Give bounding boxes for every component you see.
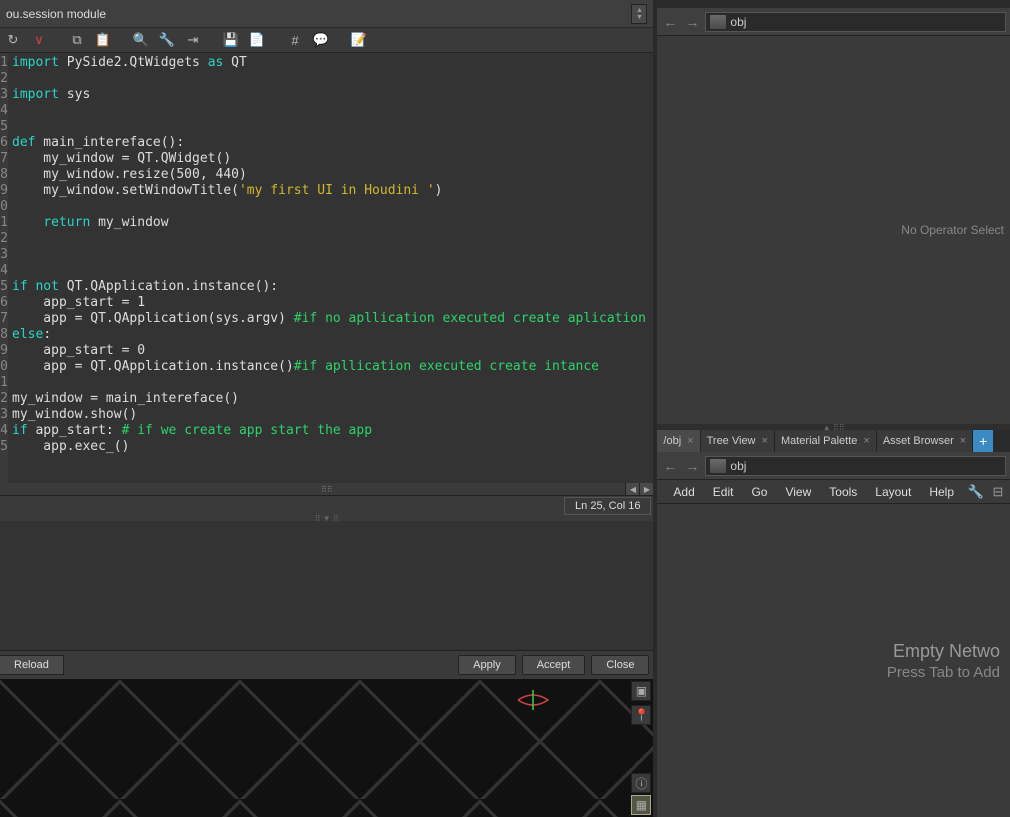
menu-tools[interactable]: Tools (821, 482, 865, 502)
network-nav-bar: ← → obj (657, 452, 1010, 480)
module-title: ou.session module (6, 7, 106, 21)
menu-view[interactable]: View (777, 482, 819, 502)
nav-forward-icon[interactable]: → (683, 457, 701, 475)
parameter-pane: No Operator Select (657, 36, 1010, 424)
close-icon[interactable]: × (863, 435, 869, 447)
apply-button[interactable]: Apply (458, 655, 516, 675)
scroll-right-icon[interactable]: ▶ (639, 483, 653, 495)
menu-go[interactable]: Go (743, 482, 775, 502)
save-icon[interactable]: 💾 (222, 31, 240, 49)
output-area[interactable] (0, 521, 653, 651)
pin-icon[interactable]: 📍 (631, 705, 651, 725)
path-text-1: obj (730, 15, 746, 29)
module-title-bar: ou.session module ▲▼ (0, 0, 653, 28)
accept-button[interactable]: Accept (522, 655, 586, 675)
network-menu-bar: Add Edit Go View Tools Layout Help 🔧 ⊟ (657, 480, 1010, 504)
cursor-position: Ln 25, Col 16 (564, 497, 651, 515)
save-as-icon[interactable]: 📄 (248, 31, 266, 49)
viewport-3d[interactable]: ▣ 📍 ⓘ ▦ (0, 679, 653, 817)
updown-widget[interactable]: ▲▼ (631, 4, 647, 24)
search-icon[interactable]: 🔍 (132, 31, 150, 49)
parameter-nav-bar: ← → obj (657, 8, 1010, 36)
replace-icon[interactable]: 🔧 (158, 31, 176, 49)
path-field-1[interactable]: obj (705, 12, 1006, 32)
node-icon (710, 15, 726, 29)
note-icon[interactable]: 📝 (350, 31, 368, 49)
camera-icon[interactable]: ▣ (631, 681, 651, 701)
line-gutter: 1 2 3 4 5 6 7 8 9 0 1 2 3 4 5 6 7 8 9 0 … (0, 53, 8, 483)
network-view[interactable]: Empty Netwo Press Tab to Add (657, 504, 1010, 817)
copy-icon[interactable]: ⧉ (68, 31, 86, 49)
goto-icon[interactable]: ⇥ (184, 31, 202, 49)
editor-toolbar: ↻ ∨ ⧉ 📋 🔍 🔧 ⇥ 💾 📄 # 💬 📝 (0, 28, 653, 53)
menu-edit[interactable]: Edit (705, 482, 742, 502)
press-tab-text: Press Tab to Add (887, 664, 1000, 681)
no-operator-text: No Operator Select (901, 223, 1004, 237)
nav-back-icon[interactable]: ← (661, 457, 679, 475)
close-icon[interactable]: × (687, 435, 693, 447)
code-area[interactable]: import PySide2.QtWidgets as QT import sy… (8, 53, 653, 483)
tab-tree-view[interactable]: Tree View× (701, 430, 775, 452)
menu-add[interactable]: Add (665, 482, 702, 502)
tab-strip: /obj× Tree View× Material Palette× Asset… (657, 430, 1010, 452)
status-line: Ln 25, Col 16 (0, 495, 653, 515)
close-button[interactable]: Close (591, 655, 649, 675)
nav-back-icon[interactable]: ← (661, 13, 679, 31)
hash-icon[interactable]: # (286, 31, 304, 49)
menu-layout[interactable]: Layout (867, 482, 919, 502)
wrench-icon[interactable]: 🔧 (966, 482, 986, 502)
redo-icon[interactable]: ↻ (4, 31, 22, 49)
menu-help[interactable]: Help (921, 482, 962, 502)
tab-material-palette[interactable]: Material Palette× (775, 430, 877, 452)
clipboard-icon[interactable]: 📋 (94, 31, 112, 49)
comment-icon[interactable]: 💬 (312, 31, 330, 49)
info-icon[interactable]: ⓘ (631, 773, 651, 793)
scroll-left-icon[interactable]: ◀ (625, 483, 639, 495)
drag-handle-icon[interactable]: ⠿⠿ (321, 485, 333, 494)
button-row: Reload Apply Accept Close (0, 651, 653, 679)
grid-background (0, 679, 653, 817)
nav-forward-icon[interactable]: → (683, 13, 701, 31)
code-editor[interactable]: 1 2 3 4 5 6 7 8 9 0 1 2 3 4 5 6 7 8 9 0 … (0, 53, 653, 483)
tab-obj[interactable]: /obj× (657, 430, 700, 452)
node-icon (710, 459, 726, 473)
tree-icon[interactable]: ⊟ (988, 482, 1008, 502)
axis-gizmo-icon (513, 685, 553, 715)
grid-icon[interactable]: ▦ (631, 795, 651, 815)
dropdown-icon[interactable]: ∨ (30, 31, 48, 49)
tab-asset-browser[interactable]: Asset Browser× (877, 430, 973, 452)
empty-network-text: Empty Netwo (893, 641, 1000, 662)
reload-button[interactable]: Reload (0, 655, 64, 675)
close-icon[interactable]: × (762, 435, 768, 447)
path-text-2: obj (730, 459, 746, 473)
close-icon[interactable]: × (960, 435, 966, 447)
path-field-2[interactable]: obj (705, 456, 1006, 476)
editor-footer: ⠿⠿ ◀ ▶ (0, 483, 653, 495)
add-tab-button[interactable]: + (973, 430, 993, 452)
